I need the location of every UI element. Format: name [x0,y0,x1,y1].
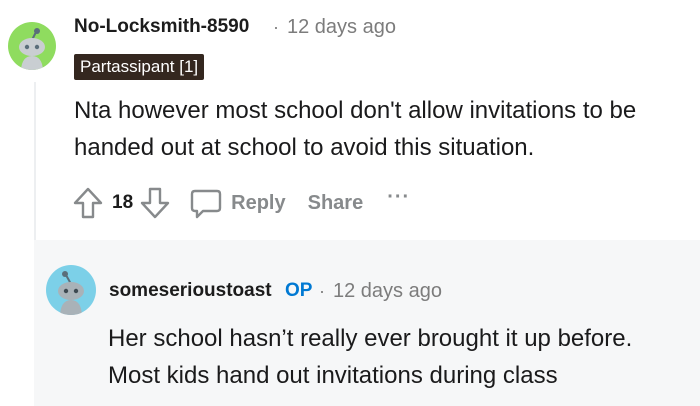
snoo-avatar-icon [19,28,45,70]
reply-body: Her school hasn’t really ever brought it… [108,320,696,394]
meta-separator: · [273,17,279,37]
comment-body-line: Nta however most school don't allow invi… [74,97,637,124]
comment-timestamp[interactable]: 12 days ago [287,16,396,39]
op-badge: OP [285,280,313,301]
comment-username[interactable]: No-Locksmith-8590 [74,16,249,38]
avatar[interactable] [8,22,56,70]
more-options-icon[interactable]: ··· [387,186,410,209]
reply-body-line: Most kids hand out invitations during cl… [108,362,558,389]
meta-separator: · [319,281,325,301]
comment-body-line: handed out at school to avoid this situa… [74,134,535,161]
comment-bubble-icon[interactable] [189,186,223,220]
share-button[interactable]: Share [308,192,364,215]
reply-body-line: Her school hasn’t really ever brought it… [108,325,633,352]
reply-button[interactable]: Reply [231,192,285,215]
snoo-avatar-icon [58,271,84,315]
reply-username[interactable]: someserioustoast [109,280,272,302]
upvote-icon[interactable] [72,186,104,220]
comment-body: Nta however most school don't allow invi… [74,92,694,166]
vote-count: 18 [112,192,134,213]
user-flair: Partassipant [1] [74,54,205,80]
avatar[interactable] [46,265,96,315]
downvote-icon[interactable] [139,186,171,220]
reply-timestamp[interactable]: 12 days ago [333,280,442,303]
comment-action-bar: 18 Reply Share ··· [72,185,410,221]
